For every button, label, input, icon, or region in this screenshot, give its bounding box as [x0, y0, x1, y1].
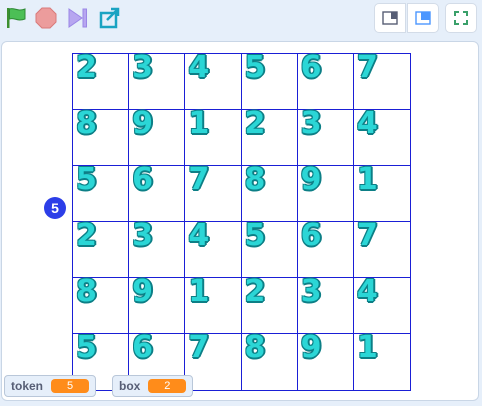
- grid-digit: 2: [244, 274, 266, 309]
- grid-digit: 8: [76, 106, 97, 141]
- large-stage-button[interactable]: [407, 3, 439, 33]
- number-badge[interactable]: 5: [44, 197, 66, 219]
- grid-digit: 3: [300, 274, 322, 309]
- grid-digit: 3: [132, 218, 154, 253]
- grid-cell: 9: [297, 162, 354, 222]
- grid-digit: 7: [188, 330, 210, 365]
- grid-cell: 8: [73, 274, 130, 334]
- fullscreen-button[interactable]: [445, 3, 477, 33]
- grid-cell: 9: [129, 106, 186, 166]
- grid-cell: 2: [241, 274, 298, 334]
- grid-digit: 4: [188, 50, 210, 85]
- grid-digit: 1: [356, 162, 378, 197]
- grid-digit: 4: [356, 106, 378, 141]
- grid-cell: 5: [241, 50, 298, 110]
- grid-digit: 8: [244, 330, 266, 365]
- grid-cell: 5: [241, 218, 298, 278]
- stage[interactable]: 2 3 4 5 6 7 8 9 1 2 3 4 5 6 7 8 9 1 2 3 …: [1, 41, 479, 401]
- grid-digit: 7: [356, 218, 378, 253]
- grid-digit: 1: [188, 106, 210, 141]
- grid-digit: 8: [76, 274, 97, 309]
- grid-cell: 2: [241, 106, 298, 166]
- grid-digit: 4: [356, 274, 378, 309]
- grid-cell: 4: [185, 50, 242, 110]
- monitor-value: 5: [51, 379, 90, 393]
- stage-toolbar: [0, 0, 482, 40]
- grid-cell: 3: [129, 218, 186, 278]
- grid-digit: 9: [132, 274, 154, 309]
- grid-cell: 2: [73, 50, 130, 110]
- grid-cell: 4: [185, 218, 242, 278]
- grid-digit: 7: [356, 50, 378, 85]
- grid-digit: 2: [244, 106, 266, 141]
- grid-digit: 2: [76, 50, 97, 85]
- grid-cell: 8: [242, 330, 298, 390]
- grid-cell: 3: [297, 106, 354, 166]
- large-stage-icon: [415, 11, 431, 25]
- grid-cell: 5: [73, 162, 130, 222]
- grid-digit: 5: [76, 162, 97, 197]
- grid-digit: 9: [300, 162, 322, 197]
- fullscreen-icon: [454, 11, 468, 25]
- grid-cell: 3: [297, 274, 354, 334]
- share-icon[interactable]: [98, 6, 122, 30]
- grid-cell: 7: [353, 218, 410, 278]
- grid-digit: 5: [244, 218, 266, 253]
- grid-cell: 7: [185, 330, 242, 390]
- grid-digit: 8: [244, 162, 266, 197]
- grid-digit: 6: [132, 162, 154, 197]
- small-stage-icon: [382, 11, 398, 25]
- turbo-icon[interactable]: [66, 6, 90, 30]
- grid-digit: 7: [188, 162, 210, 197]
- grid-cell: 6: [129, 162, 186, 222]
- small-stage-button[interactable]: [374, 3, 406, 33]
- monitor-label: box: [119, 379, 141, 393]
- monitor-value: 2: [148, 379, 187, 393]
- grid-digit: 1: [356, 330, 378, 365]
- grid-cell: 1: [353, 162, 410, 222]
- grid-cell: 6: [297, 218, 354, 278]
- grid-cell: 7: [185, 162, 242, 222]
- number-grid: 2 3 4 5 6 7 8 9 1 2 3 4 5 6 7 8 9 1 2 3 …: [72, 50, 411, 391]
- grid-cell: 1: [185, 106, 242, 166]
- grid-digit: 2: [76, 218, 97, 253]
- variable-monitor-box[interactable]: box 2: [112, 375, 194, 397]
- grid-digit: 5: [244, 50, 266, 85]
- grid-digit: 5: [76, 330, 97, 365]
- grid-cell: 1: [185, 274, 242, 334]
- grid-cell: 8: [241, 162, 298, 222]
- grid-cell: 6: [297, 50, 354, 110]
- grid-cell: 4: [353, 274, 410, 334]
- stop-icon[interactable]: [34, 6, 58, 30]
- grid-cell: 4: [353, 106, 410, 166]
- variable-monitor-token[interactable]: token 5: [4, 375, 97, 397]
- monitor-label: token: [11, 379, 44, 393]
- grid-digit: 3: [132, 50, 154, 85]
- grid-digit: 9: [132, 106, 154, 141]
- grid-cell: 2: [73, 218, 130, 278]
- grid-digit: 6: [300, 50, 322, 85]
- grid-digit: 6: [132, 330, 154, 365]
- grid-cell: 8: [73, 106, 130, 166]
- grid-cell: 3: [129, 50, 186, 110]
- grid-digit: 9: [300, 330, 322, 365]
- grid-cell: 9: [298, 330, 354, 390]
- green-flag-icon[interactable]: [4, 6, 28, 30]
- grid-digit: 4: [188, 218, 210, 253]
- grid-cell: 9: [129, 274, 186, 334]
- grid-digit: 6: [300, 218, 322, 253]
- grid-digit: 3: [300, 106, 322, 141]
- grid-cell: 1: [354, 330, 410, 390]
- grid-digit: 1: [188, 274, 210, 309]
- grid-cell: 7: [353, 50, 410, 110]
